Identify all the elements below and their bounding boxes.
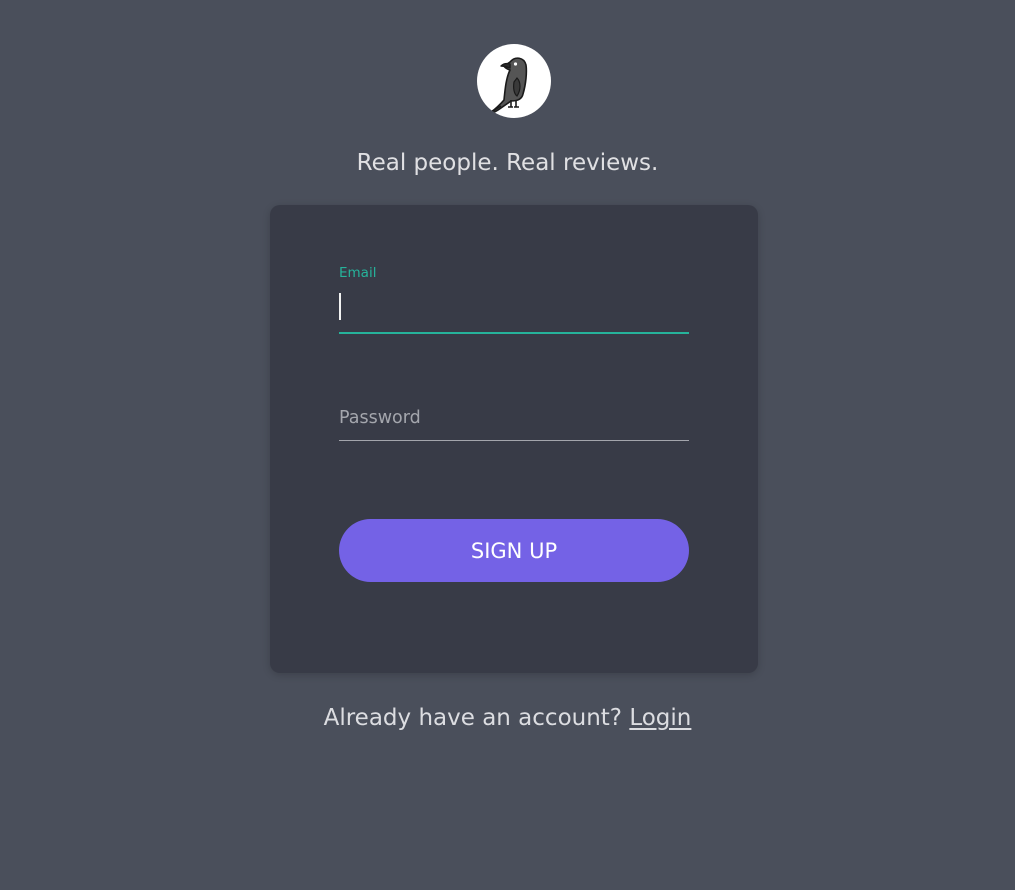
password-field-group: [339, 395, 689, 441]
tagline: Real people. Real reviews.: [356, 150, 659, 176]
password-field[interactable]: [339, 395, 689, 441]
login-prompt: Already have an account? Login: [0, 703, 1015, 733]
login-link[interactable]: Login: [629, 705, 691, 731]
text-cursor: [339, 293, 341, 320]
crow-icon: [484, 57, 528, 117]
email-field[interactable]: [339, 290, 689, 334]
app-logo: [477, 44, 551, 118]
sign-up-button[interactable]: SIGN UP: [339, 519, 689, 582]
login-prompt-text: Already have an account?: [323, 705, 630, 731]
email-label: Email: [339, 265, 377, 281]
signup-card: Email SIGN UP: [270, 205, 758, 673]
email-field-group: Email: [339, 263, 689, 337]
